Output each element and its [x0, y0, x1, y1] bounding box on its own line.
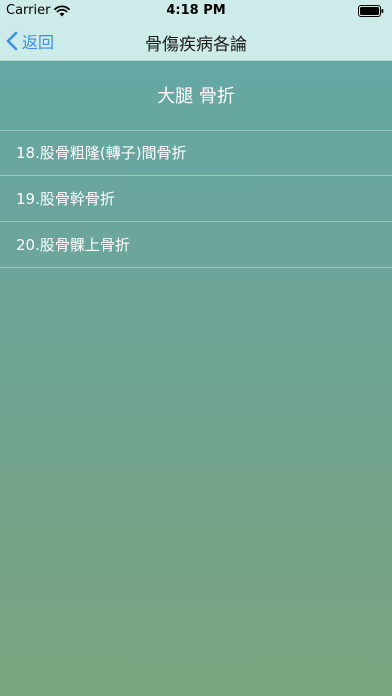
section-header: 大腿 骨折	[0, 60, 392, 131]
status-bar: Carrier 4:18 PM	[0, 0, 392, 22]
navigation-bar: 返回 骨傷疾病各論	[0, 22, 392, 61]
app-screen: Carrier 4:18 PM 返回 骨傷疾病各論 大腿 骨折 18.股骨粗隆(…	[0, 0, 392, 696]
list-item[interactable]: 19.股骨幹骨折	[0, 176, 392, 222]
page-title: 骨傷疾病各論	[145, 35, 247, 55]
list-item[interactable]: 20.股骨髁上骨折	[0, 222, 392, 268]
list-item[interactable]: 18.股骨粗隆(轉子)間骨折	[0, 130, 392, 176]
battery-icon	[358, 5, 384, 17]
topic-list: 18.股骨粗隆(轉子)間骨折 19.股骨幹骨折 20.股骨髁上骨折	[0, 130, 392, 268]
status-time: 4:18 PM	[166, 3, 226, 18]
